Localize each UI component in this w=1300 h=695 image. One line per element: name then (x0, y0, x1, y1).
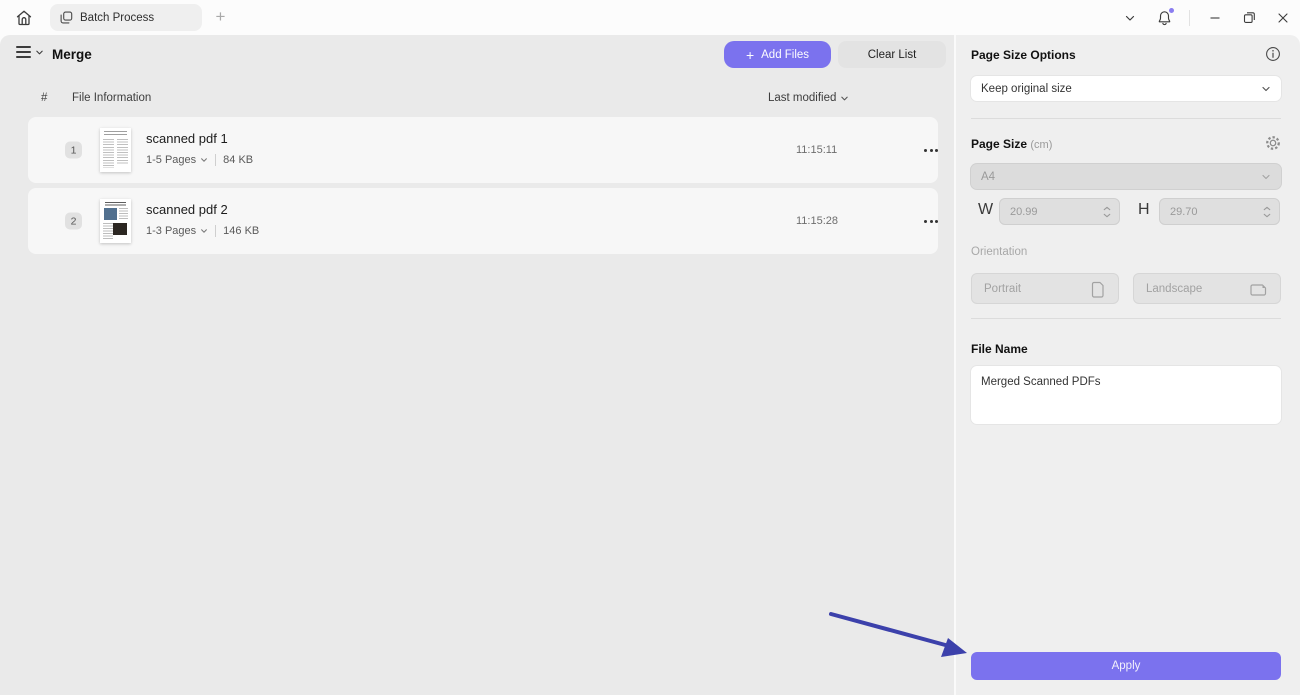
page-size-unit: (cm) (1030, 139, 1052, 151)
last-modified-label: Last modified (768, 92, 836, 104)
new-tab-button[interactable]: + (212, 9, 229, 26)
restore-window-button[interactable] (1232, 0, 1266, 35)
landscape-label: Landscape (1146, 283, 1202, 295)
width-label: W (978, 201, 993, 219)
row-more-button[interactable] (916, 139, 946, 161)
collapse-toolbar-button[interactable] (1113, 0, 1147, 35)
title-bar: Batch Process + (0, 0, 1300, 35)
file-name-field: Merged Scanned PDFs (971, 366, 1281, 424)
titlebar-divider (1189, 10, 1190, 26)
hamburger-icon (16, 46, 31, 58)
clear-list-button[interactable]: Clear List (838, 41, 946, 68)
height-field (1159, 198, 1280, 225)
page-title: Merge (52, 47, 92, 62)
add-files-label: Add Files (761, 49, 809, 61)
page-size-settings-button[interactable] (1264, 134, 1284, 154)
chevron-down-icon (840, 94, 849, 103)
merge-menu-button[interactable] (16, 46, 44, 58)
minimize-icon (1209, 12, 1221, 24)
page-range-label: 1-5 Pages (146, 154, 196, 166)
close-button[interactable] (1266, 0, 1300, 35)
landscape-button: Landscape (1133, 273, 1281, 304)
info-button[interactable] (1265, 46, 1283, 64)
width-field (999, 198, 1120, 225)
gear-icon (1264, 134, 1284, 152)
app-window: Batch Process + (0, 0, 1300, 695)
settings-panel: Page Size Options Keep original size Pag… (956, 35, 1300, 695)
page-size-label: Page Size (cm) (971, 137, 1281, 151)
page-size-mode-value: Keep original size (981, 83, 1072, 95)
column-header-file-information: File Information (72, 92, 151, 104)
home-icon (14, 8, 34, 28)
page-size-mode-select[interactable]: Keep original size (971, 76, 1281, 101)
row-index-badge: 2 (65, 213, 82, 230)
last-modified-time: 11:15:28 (796, 215, 838, 227)
column-header-index: # (41, 92, 47, 104)
orientation-label: Orientation (971, 246, 1281, 258)
section-divider (971, 118, 1281, 119)
portrait-label: Portrait (984, 283, 1021, 295)
ellipsis-icon (924, 220, 927, 223)
ellipsis-icon (924, 149, 927, 152)
page-range-dropdown[interactable]: 1-5 Pages (146, 154, 208, 166)
meta-divider (215, 225, 216, 237)
page-size-preset-value: A4 (981, 171, 995, 183)
width-input (1010, 206, 1080, 218)
file-thumbnail (100, 199, 131, 243)
file-name: scanned pdf 1 (146, 131, 228, 146)
file-size: 84 KB (223, 154, 253, 166)
height-input (1170, 206, 1240, 218)
panel-title: Page Size Options (971, 48, 1281, 62)
chevron-down-icon (200, 156, 208, 164)
file-row[interactable]: 1 scanned pdf 1 1-5 Pages 84 KB 11:15:11 (28, 117, 938, 183)
add-files-button[interactable]: + Add Files (724, 41, 831, 68)
height-label: H (1138, 201, 1150, 219)
chevron-down-icon (1261, 172, 1271, 182)
chevron-down-icon (35, 48, 44, 57)
file-thumbnail (100, 128, 131, 172)
page-range-dropdown[interactable]: 1-3 Pages (146, 225, 208, 237)
batch-process-icon (60, 11, 73, 24)
landscape-page-icon (1250, 281, 1268, 297)
home-button[interactable] (12, 6, 36, 30)
restore-icon (1243, 11, 1256, 24)
portrait-page-icon (1090, 280, 1106, 298)
file-name: scanned pdf 2 (146, 202, 228, 217)
file-size: 146 KB (223, 225, 259, 237)
chevron-down-icon (1124, 12, 1136, 24)
page-size-preset-select: A4 (971, 164, 1281, 189)
portrait-button: Portrait (971, 273, 1119, 304)
row-index-badge: 1 (65, 142, 82, 159)
file-name-input[interactable]: Merged Scanned PDFs (971, 366, 1281, 424)
stepper-icon (1263, 206, 1271, 218)
tab-label: Batch Process (80, 12, 154, 24)
file-row[interactable]: 2 scanned pdf 2 1-3 Pages 146 KB 11:15:2… (28, 188, 938, 254)
tab-batch-process[interactable]: Batch Process (50, 4, 202, 31)
notifications-button[interactable] (1147, 0, 1181, 35)
page-range-label: 1-3 Pages (146, 225, 196, 237)
notification-dot (1169, 8, 1174, 13)
last-modified-time: 11:15:11 (796, 144, 837, 156)
file-name-label: File Name (971, 342, 1281, 356)
page-size-title: Page Size (971, 137, 1027, 151)
close-icon (1277, 12, 1289, 24)
minimize-button[interactable] (1198, 0, 1232, 35)
plus-icon: + (746, 49, 754, 61)
apply-button[interactable]: Apply (971, 652, 1281, 680)
row-more-button[interactable] (916, 210, 946, 232)
chevron-down-icon (200, 227, 208, 235)
meta-divider (215, 154, 216, 166)
column-header-last-modified[interactable]: Last modified (768, 92, 849, 104)
section-divider (971, 318, 1281, 319)
info-icon (1265, 46, 1283, 62)
stepper-icon (1103, 206, 1111, 218)
chevron-down-icon (1261, 84, 1271, 94)
